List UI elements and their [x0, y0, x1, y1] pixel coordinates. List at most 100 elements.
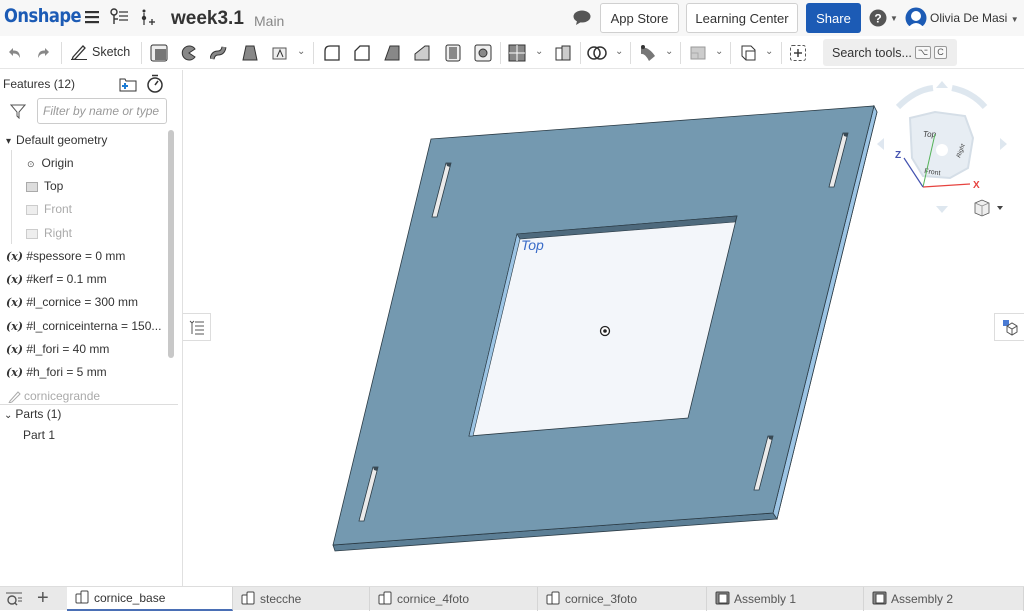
sweep-icon[interactable] [209, 43, 229, 63]
sketch-button[interactable]: Sketch [70, 44, 130, 60]
fillet-icon[interactable] [322, 43, 342, 63]
sketch-label: cornicegrande [24, 389, 101, 403]
extrude-icon[interactable] [149, 43, 169, 63]
variable-item[interactable]: (x) #l_corniceinterna = 150... [6, 319, 161, 333]
rib-icon[interactable] [412, 43, 432, 63]
tab-search-icon[interactable] [6, 592, 22, 611]
avatar[interactable] [905, 7, 927, 34]
tab-stecche[interactable]: stecche [233, 587, 370, 611]
hole-icon[interactable] [473, 43, 493, 63]
tab-cornice-base[interactable]: cornice_base [67, 587, 233, 611]
variable-item[interactable]: (x) #spessore = 0 mm [6, 249, 125, 263]
document-tab-bar: + cornice_base stecche cornice_4foto cornic… [0, 586, 1024, 611]
tab-label: stecche [260, 592, 302, 606]
parts-group[interactable]: ⌄ Parts (1) [4, 407, 61, 421]
user-name[interactable]: Olivia De Masi ▼ [930, 11, 1019, 25]
branch-name: Main [254, 13, 285, 29]
sketch-label: Sketch [92, 45, 131, 59]
plane-top-item[interactable]: Top [26, 179, 63, 193]
redo-icon[interactable] [33, 43, 53, 63]
part-item[interactable]: Part 1 [23, 428, 55, 442]
learning-center-button[interactable]: Learning Center [686, 3, 798, 33]
graphics-viewport[interactable]: Top Top Front Right X Z [184, 70, 1024, 586]
add-custom-feature-icon[interactable] [788, 43, 808, 63]
loft-icon[interactable] [240, 43, 260, 63]
toolbar-divider [500, 42, 501, 64]
variable-label: #h_fori = 5 mm [26, 365, 107, 379]
variable-icon: (x) [6, 320, 23, 333]
help-menu[interactable]: ? ▼ [869, 9, 898, 27]
split-icon[interactable] [507, 43, 527, 63]
variable-item[interactable]: (x) #h_fori = 5 mm [6, 365, 107, 379]
variable-item[interactable]: (x) #l_cornice = 300 mm [6, 295, 138, 309]
plane-front-item[interactable]: Front [26, 202, 72, 216]
default-geometry-label: Default geometry [16, 133, 108, 147]
rotate-right-arrow [951, 85, 988, 110]
variable-label: #spessore = 0 mm [26, 249, 126, 263]
chevron-down-icon[interactable]: ⌄ [665, 46, 673, 57]
sketch-item[interactable]: cornicegrande [8, 389, 101, 404]
filter-input[interactable]: Filter by name or type [37, 98, 167, 124]
plane-front-label: Front [44, 202, 73, 216]
onshape-logo[interactable]: Onshape [4, 5, 82, 27]
sheet-metal-icon[interactable] [688, 43, 708, 63]
tab-assembly-1[interactable]: Assembly 1 [707, 587, 864, 611]
comment-icon[interactable] [573, 10, 591, 30]
default-geometry-group[interactable]: ▾ Default geometry [6, 133, 107, 147]
chevron-down-icon[interactable]: ⌄ [297, 46, 305, 57]
frame-icon[interactable] [738, 43, 758, 63]
view-right-arrow [1000, 138, 1007, 150]
origin-icon: ⊙ [27, 159, 35, 169]
origin-marker[interactable] [599, 325, 611, 337]
shell-icon[interactable] [443, 43, 463, 63]
rollback-timer-icon[interactable] [146, 74, 164, 98]
assembly-icon [715, 591, 731, 608]
app-store-button[interactable]: App Store [600, 3, 679, 33]
top-plane-label: Top [521, 237, 544, 253]
boolean-icon[interactable] [587, 43, 607, 63]
shortcut-key-option: ⌥ [914, 46, 932, 59]
share-button[interactable]: Share [806, 3, 861, 33]
menu-icon[interactable] [84, 9, 100, 30]
add-folder-icon[interactable] [119, 76, 137, 97]
chamfer-icon[interactable] [352, 43, 372, 63]
chevron-down-icon[interactable]: ⌄ [535, 46, 543, 57]
tab-label: cornice_3foto [565, 592, 638, 606]
sketch-icon [8, 391, 21, 404]
view-up-arrow [936, 81, 948, 88]
view-cube[interactable]: Top Front Right X Z [877, 81, 1007, 213]
chevron-down-icon[interactable]: ⌄ [765, 46, 773, 57]
chevron-down-icon[interactable]: ⌄ [615, 46, 623, 57]
user-name-label: Olivia De Masi [930, 11, 1008, 25]
chevron-down-icon: ⌄ [4, 410, 13, 421]
revolve-icon[interactable] [179, 43, 199, 63]
version-history-icon[interactable] [109, 8, 129, 31]
plane-right-item[interactable]: Right [26, 226, 72, 240]
tab-label: cornice_4foto [397, 592, 470, 606]
undo-icon[interactable] [5, 43, 25, 63]
origin-item[interactable]: ⊙ Origin [27, 156, 74, 170]
tab-cornice-3foto[interactable]: cornice_3foto [538, 587, 707, 611]
branch-icon[interactable] [140, 8, 156, 33]
toolbar-divider [730, 42, 731, 64]
tab-assembly-2[interactable]: Assembly 2 [864, 587, 1024, 611]
part-studio-icon [241, 591, 257, 608]
transform-icon[interactable] [553, 43, 573, 63]
draft-icon[interactable] [382, 43, 402, 63]
rotate-left-arrow [895, 85, 934, 110]
document-title[interactable]: week3.1 [171, 8, 244, 30]
variable-item[interactable]: (x) #kerf = 0.1 mm [6, 272, 107, 286]
view-mode-dropdown[interactable] [974, 199, 1003, 217]
thicken-icon[interactable] [270, 43, 290, 63]
tab-cornice-4foto[interactable]: cornice_4foto [370, 587, 538, 611]
feature-list-scrollbar[interactable] [168, 130, 174, 358]
chevron-down-icon[interactable]: ⌄ [715, 46, 723, 57]
tab-label: Assembly 1 [734, 592, 797, 606]
search-tools-input[interactable]: Search tools... ⌥ C [823, 39, 957, 66]
plane-icon[interactable] [638, 43, 658, 63]
filter-icon[interactable] [9, 103, 27, 124]
variable-icon: (x) [6, 366, 23, 379]
feature-list-panel: Features (12) Filter by name or type ▾ De… [0, 70, 183, 586]
add-tab-button[interactable]: + [37, 588, 49, 608]
variable-item[interactable]: (x) #l_fori = 40 mm [6, 342, 109, 356]
